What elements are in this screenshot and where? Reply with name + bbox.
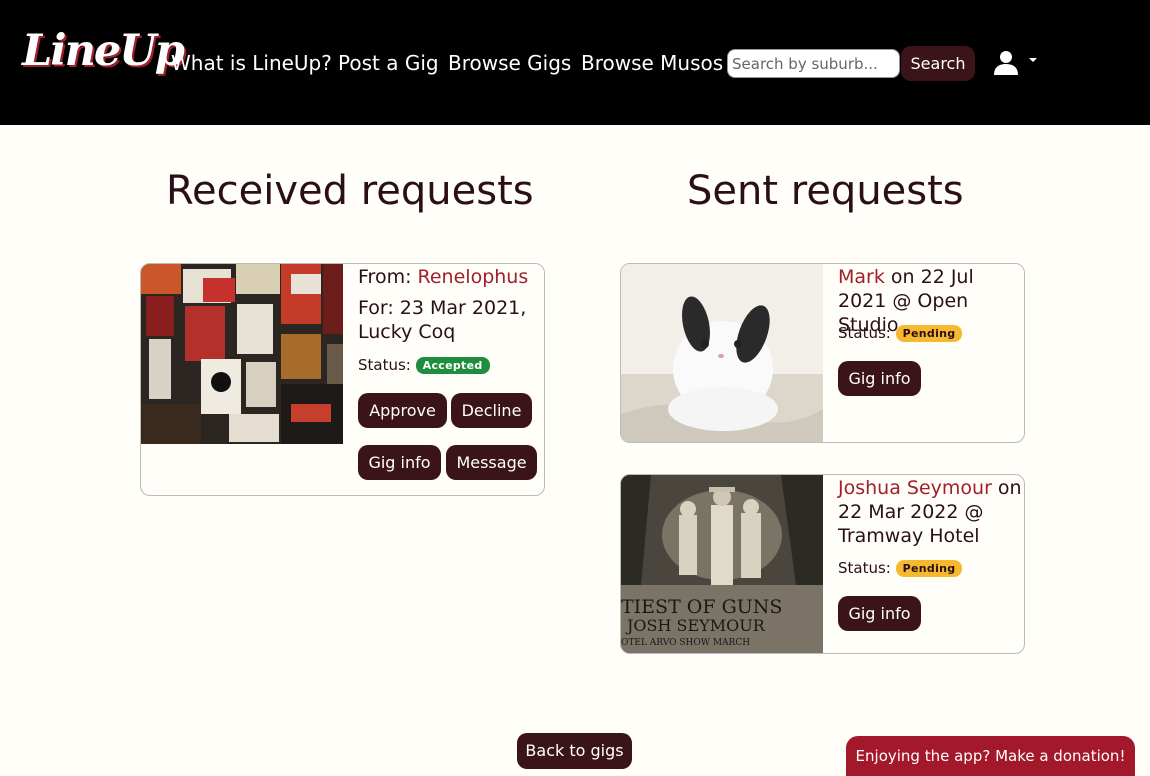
gig-info-button[interactable]: Gig info: [838, 361, 921, 396]
received-requests-title: Received requests: [166, 168, 534, 214]
poster-text-line-3: OTEL ARVO SHOW MARCH: [621, 638, 750, 648]
status-badge: Pending: [895, 325, 963, 342]
search-button[interactable]: Search: [901, 46, 975, 81]
status-label: Status:: [358, 356, 411, 374]
navbar: LineUp What is LineUp? Post a Gig Browse…: [0, 0, 1150, 125]
poster-text-line-2: JOSH SEYMOUR: [625, 616, 766, 635]
status-row: Status: Pending: [838, 558, 1018, 578]
request-summary: Joshua Seymour on 22 Mar 2022 @ Tramway …: [838, 476, 1024, 548]
status-row: Status: Accepted: [358, 355, 538, 375]
decline-button[interactable]: Decline: [451, 393, 532, 428]
for-line: For: 23 Mar 2021, Lucky Coq: [358, 297, 527, 343]
status-label: Status:: [838, 324, 891, 342]
nav-link-post-a-gig[interactable]: Post a Gig: [338, 50, 439, 76]
status-badge: Pending: [895, 560, 963, 577]
status-badge: Accepted: [415, 357, 490, 374]
status-label: Status:: [838, 559, 891, 577]
received-request-card: From: Renelophus For: 23 Mar 2021, Lucky…: [140, 263, 545, 496]
nav-link-what-is-lineup[interactable]: What is LineUp?: [171, 50, 332, 76]
gig-image: TIEST OF GUNS JOSH SEYMOUR OTEL ARVO SHO…: [621, 475, 823, 653]
status-row: Status: Pending: [838, 323, 1018, 343]
gig-image: [141, 264, 343, 444]
sent-requests-title: Sent requests: [687, 168, 964, 214]
search-input[interactable]: [727, 49, 900, 78]
message-button[interactable]: Message: [446, 445, 537, 480]
from-prefix: From:: [358, 266, 418, 288]
nav-link-browse-gigs[interactable]: Browse Gigs: [448, 50, 571, 76]
from-user-link[interactable]: Renelophus: [418, 266, 529, 288]
nav-link-browse-musos[interactable]: Browse Musos: [581, 50, 723, 76]
donate-button[interactable]: Enjoying the app? Make a donation!: [846, 736, 1135, 776]
gig-image: [621, 264, 823, 442]
sent-request-card: Mark on 22 Jul 2021 @ Open Studio Status…: [620, 263, 1025, 443]
from-line: From: Renelophus: [358, 265, 544, 289]
app-logo[interactable]: LineUp: [22, 30, 185, 73]
user-icon: [994, 51, 1018, 75]
sent-request-card: TIEST OF GUNS JOSH SEYMOUR OTEL ARVO SHO…: [620, 474, 1025, 654]
recipient-link[interactable]: Joshua Seymour: [838, 477, 992, 499]
back-to-gigs-button[interactable]: Back to gigs: [517, 733, 632, 769]
poster-text-line-1: TIEST OF GUNS: [621, 596, 782, 618]
approve-button[interactable]: Approve: [358, 393, 447, 428]
chevron-down-icon: [1029, 58, 1037, 62]
recipient-link[interactable]: Mark: [838, 266, 885, 288]
gig-info-button[interactable]: Gig info: [838, 596, 921, 631]
user-menu-toggle[interactable]: [992, 48, 1040, 78]
gig-info-button[interactable]: Gig info: [358, 445, 441, 480]
